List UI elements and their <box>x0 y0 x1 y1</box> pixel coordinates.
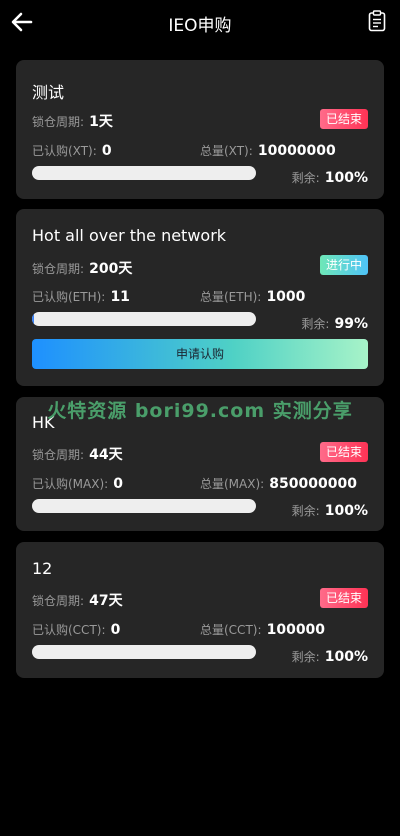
subscribed-label: 已认购(ETH): <box>32 290 106 304</box>
remaining-row: 剩余: 99% <box>301 313 368 332</box>
subscribed-label: 已认购(MAX): <box>32 477 109 491</box>
total-label: 总量(ETH): <box>200 290 262 304</box>
project-name: 12 <box>32 559 53 578</box>
lock-period-row: 锁仓周期: 200天 <box>32 258 132 278</box>
subscribed-row: 已认购(CCT): 0 <box>32 619 120 638</box>
page-title: IEO申购 <box>168 16 232 36</box>
total-value: 10000000 <box>257 143 336 159</box>
progress-fill <box>32 312 35 326</box>
status-badge: 进行中 <box>319 255 368 275</box>
subscribed-value: 0 <box>101 143 112 159</box>
total-label: 总量(CCT): <box>200 623 262 637</box>
lock-period-label: 锁仓周期: <box>32 262 85 276</box>
lock-period-value: 1天 <box>89 114 113 130</box>
watermark-text: 火特资源 bori99.com 实测分享 <box>47 400 353 422</box>
total-row: 总量(XT): 10000000 <box>200 140 336 159</box>
lock-period-row: 锁仓周期: 44天 <box>32 444 123 464</box>
clipboard-icon[interactable] <box>368 10 386 32</box>
project-name: 测试 <box>32 83 65 102</box>
total-label: 总量(MAX): <box>200 477 265 491</box>
remaining-label: 剩余: <box>291 171 320 185</box>
subscribed-row: 已认购(MAX): 0 <box>32 473 123 492</box>
lock-period-value: 200天 <box>89 261 133 277</box>
apply-subscribe-button[interactable]: 申请认购 <box>32 339 368 369</box>
lock-period-row: 锁仓周期: 1天 <box>32 111 113 131</box>
total-value: 1000 <box>266 289 306 305</box>
ieo-card[interactable]: 12 锁仓周期: 47天 已结束 已认购(CCT): 0 总量(CCT): 10… <box>16 542 384 678</box>
subscribed-row: 已认购(XT): 0 <box>32 140 112 159</box>
app-header: IEO申购 <box>0 0 400 44</box>
remaining-value: 99% <box>334 316 368 332</box>
subscribed-row: 已认购(ETH): 11 <box>32 286 130 305</box>
lock-period-label: 锁仓周期: <box>32 594 85 608</box>
remaining-label: 剩余: <box>301 317 330 331</box>
lock-period-value: 47天 <box>89 593 123 609</box>
remaining-row: 剩余: 100% <box>292 167 368 186</box>
remaining-row: 剩余: 100% <box>292 646 368 665</box>
status-badge: 已结束 <box>319 588 368 608</box>
total-row: 总量(ETH): 1000 <box>200 286 305 305</box>
remaining-label: 剩余: <box>291 650 320 664</box>
status-badge: 已结束 <box>319 442 368 462</box>
total-value: 100000 <box>266 622 326 638</box>
lock-period-value: 44天 <box>89 447 123 463</box>
lock-period-row: 锁仓周期: 47天 <box>32 590 123 610</box>
progress-bar <box>32 166 256 180</box>
project-name: Hot all over the network <box>32 226 227 245</box>
remaining-value: 100% <box>324 170 368 186</box>
subscribed-value: 0 <box>113 476 124 492</box>
total-value: 850000000 <box>269 476 357 492</box>
ieo-card[interactable]: Hot all over the network 锁仓周期: 200天 进行中 … <box>16 209 384 386</box>
progress-bar <box>32 499 256 513</box>
status-badge: 已结束 <box>319 109 368 129</box>
progress-bar <box>32 312 256 326</box>
lock-period-label: 锁仓周期: <box>32 115 85 129</box>
subscribed-value: 0 <box>110 622 121 638</box>
subscribed-value: 11 <box>110 289 130 305</box>
remaining-value: 100% <box>324 649 368 665</box>
remaining-row: 剩余: 100% <box>292 500 368 519</box>
total-row: 总量(MAX): 850000000 <box>200 473 357 492</box>
ieo-card[interactable]: 测试 锁仓周期: 1天 已结束 已认购(XT): 0 总量(XT): 10000… <box>16 60 384 199</box>
progress-bar <box>32 645 256 659</box>
total-label: 总量(XT): <box>200 144 253 158</box>
total-row: 总量(CCT): 100000 <box>200 619 325 638</box>
remaining-label: 剩余: <box>291 504 320 518</box>
lock-period-label: 锁仓周期: <box>32 448 85 462</box>
subscribed-label: 已认购(CCT): <box>32 623 106 637</box>
subscribed-label: 已认购(XT): <box>32 144 97 158</box>
remaining-value: 100% <box>324 503 368 519</box>
